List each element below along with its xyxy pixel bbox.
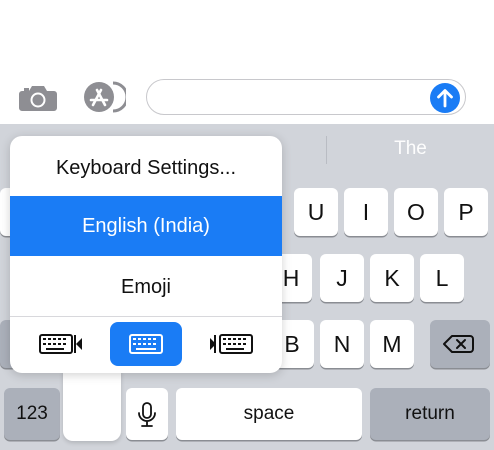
return-key[interactable]: return (370, 388, 490, 440)
keyboard-right-button[interactable] (192, 322, 264, 366)
emoji-keyboard-item[interactable]: Emoji (10, 257, 282, 317)
prediction-3[interactable]: The (327, 124, 494, 174)
numbers-key[interactable]: 123 (4, 388, 60, 440)
message-input[interactable] (146, 79, 466, 115)
app-store-icon[interactable] (82, 80, 129, 114)
keyboard-right-icon (210, 334, 253, 354)
key-l[interactable]: L (420, 254, 464, 302)
delete-backward-icon (443, 335, 474, 353)
key-u[interactable]: U (294, 188, 338, 236)
keyboard-switcher-popover: Keyboard Settings... English (India) Emo… (10, 136, 282, 373)
keyboard-left-button[interactable] (28, 322, 100, 366)
microphone-icon (138, 402, 156, 427)
key-k[interactable]: K (370, 254, 414, 302)
keyboard-full-icon (129, 334, 163, 354)
key-m[interactable]: M (370, 320, 414, 368)
key-p[interactable]: P (444, 188, 488, 236)
key-o[interactable]: O (394, 188, 438, 236)
dictation-key[interactable] (126, 388, 168, 440)
keyboard-left-icon (39, 334, 82, 354)
arrow-up-icon (437, 89, 453, 108)
popover-stem (63, 370, 121, 441)
backspace-key[interactable] (430, 320, 490, 368)
key-n[interactable]: N (320, 320, 364, 368)
message-input-bar (0, 68, 494, 124)
space-key[interactable]: space (176, 388, 362, 440)
send-button[interactable] (430, 83, 460, 113)
keyboard-settings-item[interactable]: Keyboard Settings... (10, 138, 282, 198)
popover-divider (10, 316, 282, 317)
key-i[interactable]: I (344, 188, 388, 236)
key-j[interactable]: J (320, 254, 364, 302)
camera-icon[interactable] (18, 84, 58, 112)
keyboard-full-button[interactable] (110, 322, 182, 366)
language-english-india-item[interactable]: English (India) (10, 196, 282, 256)
